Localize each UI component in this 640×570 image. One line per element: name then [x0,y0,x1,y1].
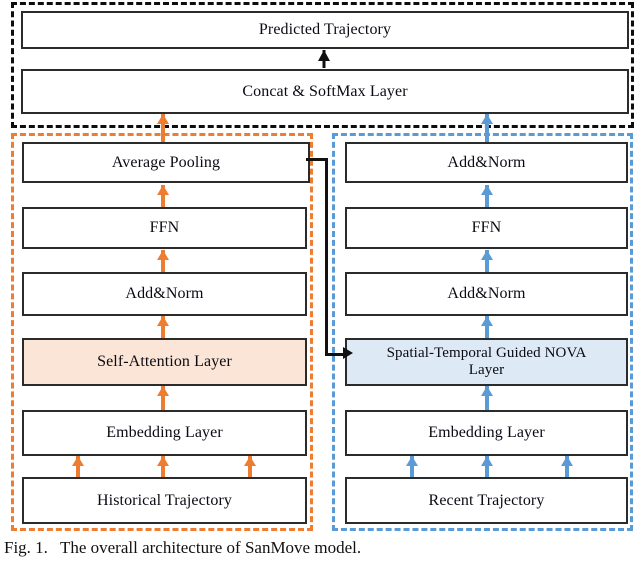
box-label: Add&Norm [447,153,526,171]
figure-canvas: Predicted Trajectory Concat & SoftMax La… [0,0,640,570]
box-label: Predicted Trajectory [258,21,392,39]
figure-caption-text: The overall architecture of SanMove mode… [59,538,362,557]
arrow-embedding-to-nova-right [480,386,494,410]
arrow-avgpool-to-concat [156,114,170,142]
arrow-concat-to-predicted [317,50,331,68]
box-ffn-right: FFN [345,207,628,249]
box-label: Historical Trajectory [97,491,232,509]
box-ffn-left: FFN [22,207,307,249]
box-label: Self-Attention Layer [97,353,232,371]
box-embedding-layer-right: Embedding Layer [345,410,628,456]
arrow-input-to-embedding-right-3 [560,456,574,477]
arrow-nova-to-addnorm-right [480,316,494,338]
figure-number: Fig. 1. [4,538,48,557]
box-label: FFN [471,219,502,237]
box-add-norm-left: Add&Norm [22,272,307,316]
box-label: Recent Trajectory [428,491,545,509]
box-spatial-temporal-guided-nova-layer: Spatial-Temporal Guided NOVA Layer [345,338,628,386]
arrow-addnorm-to-concat [480,114,494,142]
box-concat-softmax-layer: Concat & SoftMax Layer [21,69,629,114]
box-predicted-trajectory: Predicted Trajectory [21,11,629,49]
arrow-addnorm-to-ffn-left [156,250,170,272]
box-label: Add&Norm [125,285,204,303]
connector-avgpool-to-nova [306,158,353,368]
box-label: Embedding Layer [106,424,223,442]
box-label: FFN [149,219,180,237]
box-label: Average Pooling [111,153,221,171]
box-label-line2: Layer [468,362,505,378]
box-label-line1: Spatial-Temporal Guided NOVA [386,345,587,362]
arrowhead-icon [343,347,353,359]
box-recent-trajectory: Recent Trajectory [345,477,628,524]
arrow-ffn-to-addnorm-right [480,185,494,207]
box-self-attention-layer: Self-Attention Layer [22,338,307,386]
arrow-input-to-embedding-left-3 [243,456,257,477]
box-add-norm-right-mid: Add&Norm [345,272,628,316]
box-average-pooling: Average Pooling [22,142,310,183]
box-historical-trajectory: Historical Trajectory [22,477,307,524]
arrow-input-to-embedding-left-1 [71,456,85,477]
box-label: Embedding Layer [428,424,545,442]
arrow-input-to-embedding-right-2 [480,456,494,477]
arrow-input-to-embedding-right-1 [405,456,419,477]
box-add-norm-right-top: Add&Norm [345,142,628,183]
box-label: Add&Norm [447,285,526,303]
arrow-input-to-embedding-left-2 [156,456,170,477]
figure-caption: Fig. 1. The overall architecture of SanMo… [4,538,636,558]
box-label: Concat & SoftMax Layer [242,82,408,100]
arrow-addnormmid-to-ffn-right [480,250,494,272]
arrow-ffn-to-avgpool-left [156,185,170,207]
arrow-selfattn-to-addnorm-left [156,316,170,338]
arrow-embedding-to-selfattn-left [156,386,170,410]
box-embedding-layer-left: Embedding Layer [22,410,307,456]
